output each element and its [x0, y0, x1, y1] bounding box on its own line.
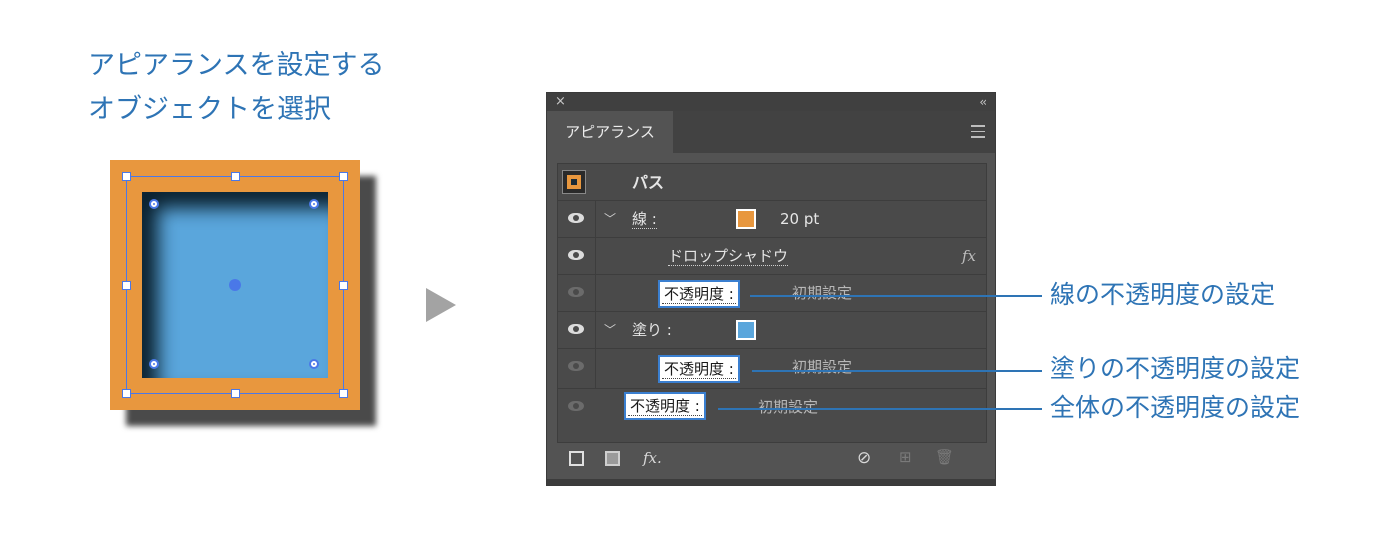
- handle-bottom-right[interactable]: [339, 389, 348, 398]
- visibility-toggle[interactable]: [558, 275, 596, 311]
- stroke-weight[interactable]: 20 pt: [780, 201, 819, 238]
- chevron-down-icon[interactable]: ﹀: [604, 201, 616, 238]
- object-header-row[interactable]: パス: [558, 164, 986, 201]
- caption-line-2: オブジェクトを選択: [88, 94, 331, 125]
- duplicate-item-icon[interactable]: ⊞: [899, 448, 912, 466]
- annotation-stroke-opacity: 線の不透明度の設定: [1050, 280, 1276, 309]
- annotation-object-opacity: 全体の不透明度の設定: [1050, 393, 1301, 422]
- path-thumbnail-icon: [562, 170, 586, 194]
- eye-icon: [568, 324, 584, 334]
- stroke-row[interactable]: ﹀ 線 : 20 pt: [558, 201, 986, 238]
- tab-appearance[interactable]: アピアランス: [547, 111, 673, 153]
- effect-row[interactable]: ドロップシャドウ fx: [558, 238, 986, 275]
- fill-opacity-row[interactable]: 初期設定 不透明度 :: [558, 349, 986, 389]
- fill-row[interactable]: ﹀ 塗り :: [558, 312, 986, 349]
- visibility-toggle[interactable]: [558, 238, 596, 274]
- fill-label[interactable]: 塗り :: [632, 312, 672, 349]
- annotation-line-object: [718, 408, 1042, 410]
- handle-middle-right[interactable]: [339, 281, 348, 290]
- fill-opacity-value: 初期設定: [792, 358, 853, 376]
- drop-shadow-effect-link[interactable]: ドロップシャドウ: [668, 247, 789, 266]
- handle-top-right[interactable]: [339, 172, 348, 181]
- arrow-right-icon: [426, 288, 456, 322]
- visibility-toggle[interactable]: [558, 349, 596, 388]
- panel-resize-grip[interactable]: [547, 479, 995, 485]
- eye-icon: [568, 287, 584, 297]
- eye-icon: [568, 401, 584, 411]
- panel-tab-bar: アピアランス: [547, 111, 995, 153]
- collapse-icon[interactable]: ‹‹: [979, 93, 986, 111]
- fx-icon: fx: [961, 247, 976, 265]
- stroke-color-swatch[interactable]: [736, 209, 756, 229]
- annotation-line-fill: [752, 370, 1042, 372]
- visibility-toggle[interactable]: [558, 312, 596, 348]
- close-icon[interactable]: ×: [555, 93, 566, 111]
- center-point: [229, 279, 241, 291]
- add-new-stroke-icon[interactable]: [569, 451, 584, 466]
- panel-bottom-toolbar: fx. ⊘ ⊞ 🗑: [557, 447, 987, 471]
- annotation-line-stroke: [750, 295, 1042, 297]
- stroke-label[interactable]: 線 :: [632, 210, 657, 229]
- handle-middle-left[interactable]: [122, 281, 131, 290]
- object-type-label: パス: [632, 173, 665, 192]
- anchor-point[interactable]: [309, 359, 319, 369]
- anchor-point[interactable]: [149, 359, 159, 369]
- handle-bottom-center[interactable]: [231, 389, 240, 398]
- delete-item-icon[interactable]: 🗑: [935, 448, 954, 466]
- handle-top-center[interactable]: [231, 172, 240, 181]
- appearance-panel: × ‹‹ アピアランス パス ﹀ 線 : 20 pt ドロップシャドウ fx 初…: [546, 92, 996, 486]
- fill-opacity-label[interactable]: 不透明度 :: [658, 355, 740, 383]
- chevron-down-icon[interactable]: ﹀: [604, 312, 616, 349]
- panel-menu-icon[interactable]: [971, 125, 985, 142]
- appearance-list: パス ﹀ 線 : 20 pt ドロップシャドウ fx 初期設定 不透明度 : ﹀…: [557, 163, 987, 443]
- anchor-point[interactable]: [149, 199, 159, 209]
- object-opacity-label[interactable]: 不透明度 :: [624, 392, 706, 420]
- stroke-opacity-label[interactable]: 不透明度 :: [658, 280, 740, 308]
- handle-top-left[interactable]: [122, 172, 131, 181]
- annotation-fill-opacity: 塗りの不透明度の設定: [1050, 354, 1301, 383]
- handle-bottom-left[interactable]: [122, 389, 131, 398]
- selected-artwork[interactable]: [110, 160, 376, 426]
- instruction-caption: アピアランスを設定する オブジェクトを選択: [88, 44, 384, 132]
- visibility-toggle[interactable]: [558, 201, 596, 237]
- add-effect-icon[interactable]: fx.: [643, 449, 662, 467]
- eye-icon: [568, 213, 584, 223]
- eye-icon: [568, 361, 584, 371]
- panel-title-bar: × ‹‹: [547, 93, 995, 111]
- fill-color-swatch[interactable]: [736, 320, 756, 340]
- stroke-opacity-value: 初期設定: [792, 284, 853, 302]
- caption-line-1: アピアランスを設定する: [88, 50, 385, 81]
- clear-appearance-icon[interactable]: ⊘: [857, 448, 871, 468]
- stroke-opacity-row[interactable]: 初期設定 不透明度 :: [558, 275, 986, 312]
- eye-icon: [568, 250, 584, 260]
- add-new-fill-icon[interactable]: [605, 451, 620, 466]
- visibility-toggle[interactable]: [558, 389, 596, 429]
- anchor-point[interactable]: [309, 199, 319, 209]
